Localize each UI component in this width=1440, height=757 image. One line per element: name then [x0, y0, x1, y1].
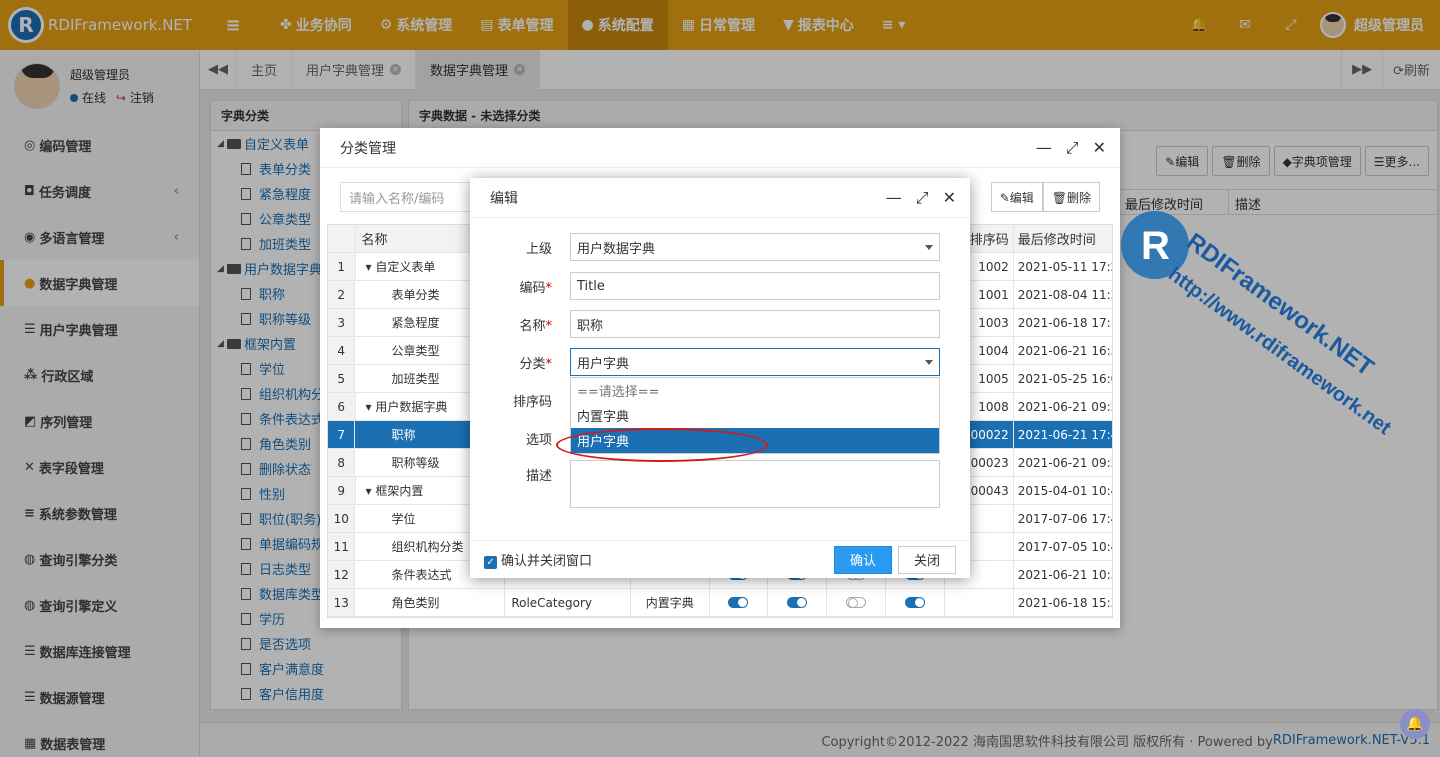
cell-category: 内置字典 [631, 589, 710, 616]
field-code: 编码* Title [470, 272, 970, 300]
select-value: 用户数据字典 [577, 241, 656, 257]
row-number: 2 [328, 281, 356, 308]
category-select[interactable]: 用户字典 [570, 348, 940, 376]
close-icon[interactable]: ✕ [943, 188, 956, 208]
toggle-switch[interactable] [787, 597, 808, 608]
cell-time: 2021-06-18 15:30 [1017, 595, 1112, 610]
field-parent: 上级 用户数据字典 [470, 233, 970, 261]
toggle-switch[interactable] [728, 597, 749, 608]
row-number: 7 [328, 421, 356, 448]
dropdown-option[interactable]: 内置字典 [571, 403, 939, 428]
code-input[interactable]: Title [570, 272, 940, 300]
row-number: 3 [328, 309, 356, 336]
confirm-button[interactable]: 确认 [834, 545, 892, 574]
toggle-cell[interactable] [768, 589, 828, 616]
field-label: 分类 [519, 356, 546, 372]
cell-time: 2021-06-21 17:47 [1017, 427, 1112, 442]
cell-time: 2021-06-21 16:30 [1017, 343, 1112, 358]
chevron-down-icon [925, 360, 933, 365]
table-row[interactable]: 13角色类别RoleCategory内置字典 2021-06-18 15:30 [328, 589, 1112, 617]
toggle-cell[interactable] [886, 589, 946, 616]
cell-time: 2015-04-01 10:41 [1017, 483, 1112, 498]
maximize-icon[interactable]: ⤢ [916, 188, 929, 208]
row-number: 5 [328, 365, 356, 392]
field-label: 名称 [519, 318, 546, 334]
cell-time: 2021-08-04 11:32 [1017, 287, 1112, 302]
notification-float-icon[interactable]: 🔔 [1400, 709, 1430, 739]
parent-select[interactable]: 用户数据字典 [570, 233, 940, 261]
select-value: 用户字典 [577, 356, 630, 372]
highlight-ellipse [556, 428, 768, 462]
row-number: 6 [328, 393, 356, 420]
cell-time: 2017-07-05 10:42 [1017, 539, 1112, 554]
field-label: 上级 [525, 241, 552, 257]
checkmark-icon: ✓ [484, 556, 497, 569]
toggle-cell[interactable] [827, 589, 887, 616]
edit-dialog: 编辑 — ⤢ ✕ 上级 用户数据字典 编码* Title 名称* 职称 分类* 用户字典 排… [470, 178, 970, 578]
cell-time: 2021-06-21 10:35 [1017, 567, 1112, 582]
edit-button[interactable]: ✎编辑 [990, 182, 1043, 212]
row-number: 10 [328, 505, 356, 532]
row-number: 13 [328, 589, 356, 616]
description-textarea[interactable] [570, 460, 940, 508]
cell-time: 2021-06-18 17:15 [1017, 315, 1112, 330]
toggle-switch[interactable] [905, 597, 926, 608]
name-input[interactable]: 职称 [570, 310, 940, 338]
minimize-icon[interactable]: — [886, 188, 902, 208]
dialog-title: 分类管理 [340, 140, 396, 157]
row-number: 9 [328, 477, 356, 504]
row-number: 4 [328, 337, 356, 364]
checkbox-label: 确认并关闭窗口 [501, 554, 593, 569]
toggle-switch[interactable] [846, 597, 867, 608]
close-icon[interactable]: ✕ [1093, 138, 1106, 158]
field-label: 编码 [519, 280, 546, 296]
cell-time: 2021-05-25 16:02 [1017, 371, 1112, 386]
row-number: 1 [328, 253, 356, 280]
delete-button[interactable]: 🗑删除 [1042, 182, 1100, 212]
field-label: 选项 [525, 432, 552, 448]
cell-sort [945, 589, 1014, 616]
cell-time: 2021-06-21 09:55 [1017, 399, 1112, 414]
cell-name: 角色类别 [355, 589, 506, 616]
col-header: 最后修改时间 [1017, 233, 1096, 248]
close-button[interactable]: 关闭 [898, 545, 956, 574]
maximize-icon[interactable]: ⤢ [1066, 138, 1079, 158]
row-number: 8 [328, 449, 356, 476]
field-label: 排序码 [512, 394, 552, 410]
dropdown-option[interactable]: ==请选择== [571, 378, 939, 403]
cell-time: 2017-07-06 17:47 [1017, 511, 1112, 526]
col-header [328, 225, 356, 252]
dialog-title: 编辑 [490, 190, 518, 207]
field-category: 分类* 用户字典 [470, 348, 970, 376]
field-label: 描述 [525, 468, 552, 484]
cell-time: 2021-05-11 17:20 [1017, 259, 1112, 274]
toggle-cell[interactable] [710, 589, 769, 616]
minimize-icon[interactable]: — [1036, 138, 1052, 158]
confirm-close-checkbox[interactable]: ✓ 确认并关闭窗口 [484, 550, 592, 569]
field-name: 名称* 职称 [470, 310, 970, 338]
chevron-down-icon [925, 245, 933, 250]
cell-code: RoleCategory [505, 589, 632, 616]
row-number: 11 [328, 533, 356, 560]
row-number: 12 [328, 561, 356, 588]
cell-time: 2021-06-21 09:54 [1017, 455, 1112, 470]
